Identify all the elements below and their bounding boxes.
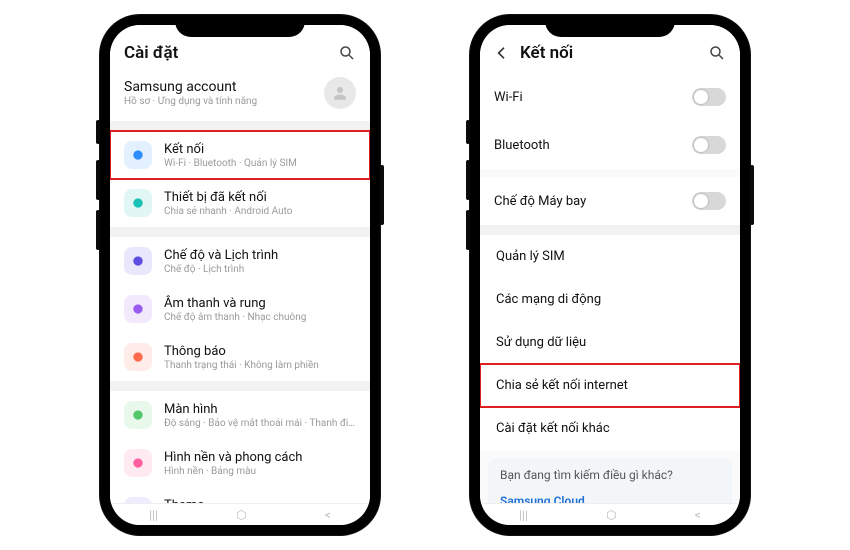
settings-row-bell[interactable]: Thông báoThanh trạng thái · Không làm ph… (110, 333, 370, 381)
link-row[interactable]: Quản lý SIM (480, 235, 740, 278)
link-row[interactable]: Chia sẻ kết nối internet (480, 364, 740, 407)
account-sub: Hồ sơ · Ứng dụng và tính năng (124, 96, 312, 107)
side-button (96, 120, 100, 144)
link-row[interactable]: Cài đặt kết nối khác (480, 407, 740, 450)
toggle-row[interactable]: Bluetooth (480, 121, 740, 169)
side-button (466, 210, 470, 250)
toggle-switch[interactable] (692, 136, 726, 154)
nav-recent-icon[interactable]: ||| (149, 508, 158, 522)
toggle-label: Chế độ Máy bay (494, 194, 680, 209)
nav-home-icon[interactable]: ⬡ (236, 508, 246, 522)
display-icon (124, 401, 152, 429)
row-sub: Độ sáng · Bảo vệ mắt thoải mái · Thanh đ… (164, 418, 356, 429)
page-title: Kết nối (514, 43, 708, 63)
settings-row-wifi[interactable]: Kết nốiWi-Fi · Bluetooth · Quản lý SIM (110, 131, 370, 179)
row-label: Hình nền và phong cách (164, 450, 356, 465)
phone-right: Kết nối Wi-Fi Bluetooth Chế độ Máy bay Quả… (470, 15, 750, 535)
account-label: Samsung account (124, 79, 312, 95)
side-button (380, 165, 384, 225)
sound-icon (124, 295, 152, 323)
notch (545, 15, 675, 37)
row-sub: Wi-Fi · Bluetooth · Quản lý SIM (164, 158, 356, 169)
notch (175, 15, 305, 37)
row-label: Thông báo (164, 344, 356, 359)
link-row[interactable]: Các mạng di động (480, 278, 740, 321)
row-sub: Chế độ âm thanh · Nhạc chuông (164, 312, 356, 323)
wallpaper-icon (124, 449, 152, 477)
settings-row-wallpaper[interactable]: Hình nền và phong cáchHình nền · Bảng mà… (110, 439, 370, 487)
row-sub: Chia sẻ nhanh · Android Auto (164, 206, 356, 217)
side-button (466, 120, 470, 144)
row-sub: Thanh trạng thái · Không làm phiền (164, 360, 356, 371)
android-navbar: ||| ⬡ < (110, 503, 370, 525)
toggle-switch[interactable] (692, 88, 726, 106)
nav-recent-icon[interactable]: ||| (519, 508, 528, 522)
screen-settings: Cài đặt Samsung account Hồ sơ · Ứng dụng… (110, 25, 370, 525)
android-navbar: ||| ⬡ < (480, 503, 740, 525)
search-icon[interactable] (708, 44, 726, 62)
suggestions-box: Bạn đang tìm kiếm điều gì khác? Samsung … (488, 458, 732, 503)
nav-home-icon[interactable]: ⬡ (606, 508, 616, 522)
settings-row-theme[interactable]: ThemeTheme · Hình nền · Biểu tượng (110, 487, 370, 503)
row-sub: Chế độ · Lịch trình (164, 264, 356, 275)
row-sub: Hình nền · Bảng màu (164, 466, 356, 477)
settings-list: Samsung account Hồ sơ · Ứng dụng và tính… (110, 73, 370, 503)
row-label: Chế độ và Lịch trình (164, 248, 356, 263)
page-title: Cài đặt (124, 43, 338, 63)
wifi-icon (124, 141, 152, 169)
separator (110, 227, 370, 237)
side-button (466, 160, 470, 200)
settings-row-moon[interactable]: Chế độ và Lịch trìnhChế độ · Lịch trình (110, 237, 370, 285)
toggle-row[interactable]: Chế độ Máy bay (480, 177, 740, 225)
phone-left: Cài đặt Samsung account Hồ sơ · Ứng dụng… (100, 15, 380, 535)
link-row[interactable]: Sử dụng dữ liệu (480, 321, 740, 364)
toggle-switch[interactable] (692, 192, 726, 210)
settings-row-display[interactable]: Màn hìnhĐộ sáng · Bảo vệ mắt thoải mái ·… (110, 391, 370, 439)
samsung-account-row[interactable]: Samsung account Hồ sơ · Ứng dụng và tính… (110, 73, 370, 121)
row-label: Kết nối (164, 142, 356, 157)
search-icon[interactable] (338, 44, 356, 62)
suggestions-title: Bạn đang tìm kiếm điều gì khác? (500, 468, 720, 482)
toggle-label: Bluetooth (494, 138, 680, 153)
screen-connections: Kết nối Wi-Fi Bluetooth Chế độ Máy bay Quả… (480, 25, 740, 525)
suggestion-link[interactable]: Samsung Cloud (500, 490, 720, 503)
row-label: Thiết bị đã kết nối (164, 190, 356, 205)
bell-icon (124, 343, 152, 371)
devices-icon (124, 189, 152, 217)
connections-list: Wi-Fi Bluetooth Chế độ Máy bay Quản lý SIM… (480, 73, 740, 503)
moon-icon (124, 247, 152, 275)
separator (480, 225, 740, 235)
avatar-icon (324, 77, 356, 109)
side-button (96, 210, 100, 250)
nav-back-icon[interactable]: < (695, 508, 701, 522)
separator (110, 121, 370, 131)
side-button (750, 165, 754, 225)
row-label: Âm thanh và rung (164, 296, 356, 311)
separator (110, 381, 370, 391)
toggle-label: Wi-Fi (494, 90, 680, 105)
nav-back-icon[interactable]: < (325, 508, 331, 522)
back-button[interactable] (494, 45, 514, 61)
row-label: Màn hình (164, 402, 356, 417)
settings-row-sound[interactable]: Âm thanh và rungChế độ âm thanh · Nhạc c… (110, 285, 370, 333)
side-button (96, 160, 100, 200)
toggle-row[interactable]: Wi-Fi (480, 73, 740, 121)
settings-row-devices[interactable]: Thiết bị đã kết nốiChia sẻ nhanh · Andro… (110, 179, 370, 227)
